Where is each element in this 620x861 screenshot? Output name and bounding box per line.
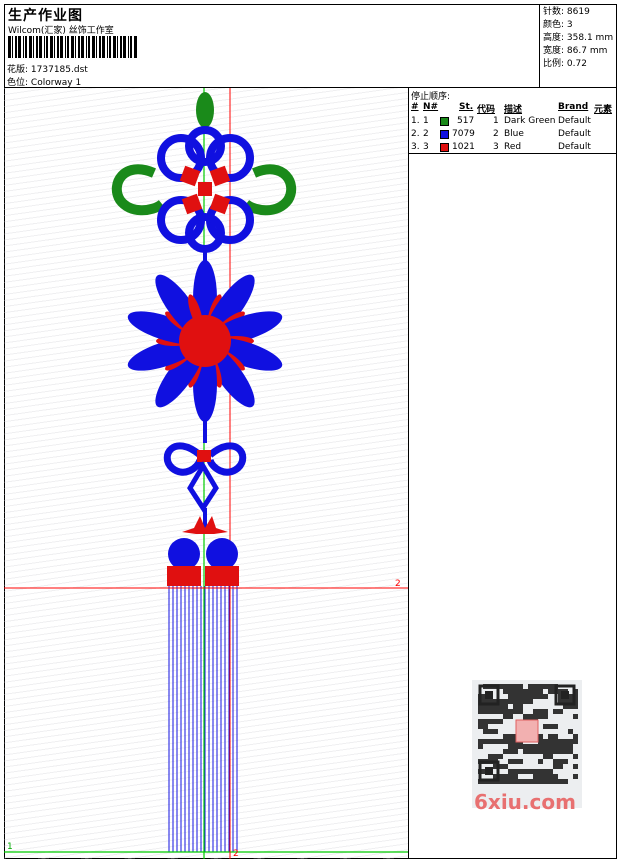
tassel-threads bbox=[168, 586, 238, 852]
top-green-leaf bbox=[196, 92, 214, 128]
qr-code-block bbox=[472, 680, 582, 808]
embroidery-design: 1 2 2 bbox=[4, 88, 408, 859]
table-row: 2. 2 7079 2 Blue Default bbox=[411, 129, 591, 139]
stop-sequence-title: 停止顺序: bbox=[411, 92, 451, 102]
watermark-text: 6xiu.com bbox=[474, 790, 576, 814]
table-row: 3. 3 1021 3 Red Default bbox=[411, 142, 591, 152]
page-title: 生产作业图 bbox=[8, 8, 83, 24]
col-code: 代码 bbox=[477, 105, 496, 115]
col-brand: Brand bbox=[558, 102, 589, 112]
green-marker-label: 1 bbox=[7, 842, 13, 852]
color-swatch bbox=[440, 130, 449, 139]
col-description: 描述 bbox=[504, 105, 523, 115]
col-n: N# bbox=[423, 102, 439, 112]
stat-scale: 比例: 0.72 bbox=[543, 59, 587, 69]
colorway-name: Colorway 1 bbox=[30, 78, 82, 88]
flower-red-center bbox=[179, 315, 231, 367]
left-tassel-ball bbox=[168, 538, 200, 570]
col-index: # bbox=[411, 102, 419, 112]
right-tassel-cap bbox=[205, 566, 239, 586]
stats-panel: 针数: 8619 颜色: 3 高度: 358.1 mm 宽度: 86.7 mm … bbox=[539, 4, 617, 88]
color-swatch bbox=[440, 117, 449, 126]
color-swatch bbox=[440, 143, 449, 152]
stop-sequence-panel: 停止顺序: # N# St. 代码 描述 Brand 元素 1. 1 517 1… bbox=[409, 88, 617, 154]
stat-width: 宽度: 86.7 mm bbox=[543, 46, 608, 56]
qr-code bbox=[478, 684, 578, 784]
red-marker-label-h: 2 bbox=[395, 579, 401, 589]
left-green-loop bbox=[111, 164, 166, 216]
file-line: 花版: 1737185.dst bbox=[7, 62, 88, 75]
col-element: 元素 bbox=[594, 105, 613, 115]
qr-center-logo bbox=[515, 719, 539, 743]
bow-red-center bbox=[197, 450, 211, 462]
table-row: 1. 1 517 1 Dark Green Default bbox=[411, 116, 591, 126]
right-green-loop bbox=[242, 164, 297, 216]
design-canvas: 1 2 2 bbox=[4, 88, 409, 859]
right-tassel-ball bbox=[206, 538, 238, 570]
stat-stitches: 针数: 8619 bbox=[543, 7, 590, 17]
knot-red-centers bbox=[179, 165, 231, 215]
colorway-label: 色位: bbox=[7, 78, 29, 88]
col-stitches: St. bbox=[459, 102, 474, 112]
red-marker-label-v: 2 bbox=[233, 849, 239, 859]
stat-height: 高度: 358.1 mm bbox=[543, 33, 614, 43]
barcode bbox=[8, 36, 137, 58]
studio-name: Wilcom(汇家) 丝饰工作室 bbox=[8, 26, 114, 36]
left-tassel-cap bbox=[167, 566, 201, 586]
stat-colors: 颜色: 3 bbox=[543, 20, 573, 30]
file-label: 花版: bbox=[7, 65, 29, 75]
colorway-line: 色位: Colorway 1 bbox=[7, 75, 81, 88]
file-name: 1737185.dst bbox=[30, 65, 88, 75]
